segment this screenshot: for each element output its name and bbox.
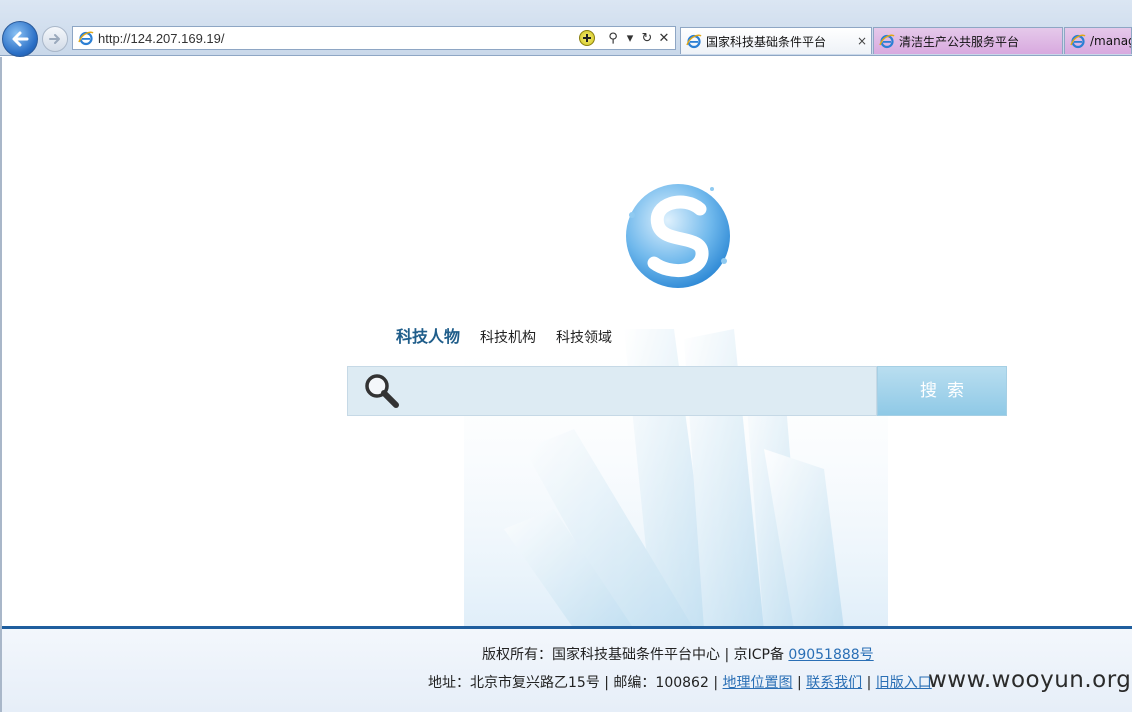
arrow-left-icon xyxy=(12,31,29,47)
site-logo-icon xyxy=(626,184,730,288)
copyright-line: 版权所有：国家科技基础条件平台中心 | 京ICP备 09051888号 xyxy=(482,644,874,664)
back-button[interactable] xyxy=(2,21,38,57)
address-bar[interactable]: http://124.207.169.19/ ⚲ ▾ ↻ ✕ xyxy=(72,26,676,50)
separator: | xyxy=(866,675,872,691)
tab-label: 国家科技基础条件平台 xyxy=(706,34,827,49)
ie-page-icon xyxy=(686,34,702,49)
stop-icon[interactable]: ✕ xyxy=(657,31,671,46)
old-version-link[interactable]: 旧版入口 xyxy=(876,675,932,691)
ie-page-icon xyxy=(879,34,895,49)
ie-page-icon xyxy=(78,31,94,46)
forward-button[interactable] xyxy=(42,26,68,52)
address-url[interactable]: http://124.207.169.19/ xyxy=(98,31,579,46)
search-input[interactable] xyxy=(402,367,876,415)
search-box xyxy=(347,366,877,416)
contact-us-link[interactable]: 联系我们 xyxy=(806,675,862,691)
close-icon[interactable]: × xyxy=(857,34,867,48)
search-button[interactable]: 搜索 xyxy=(877,366,1007,416)
footer: 版权所有：国家科技基础条件平台中心 | 京ICP备 09051888号 地址：北… xyxy=(2,626,1132,712)
tab-label: /manag xyxy=(1090,34,1131,48)
separator: | xyxy=(796,675,802,691)
tab-label: 清洁生产公共服务平台 xyxy=(899,34,1020,49)
compatibility-view-icon[interactable] xyxy=(579,30,595,46)
tab-people[interactable]: 科技人物 xyxy=(396,323,460,347)
location-map-link[interactable]: 地理位置图 xyxy=(723,675,793,691)
tab-active[interactable]: 国家科技基础条件平台 × xyxy=(680,27,872,54)
address-text: 地址：北京市复兴路乙15号 | 邮编：100862 | xyxy=(428,675,719,691)
ie-page-icon xyxy=(1070,34,1086,49)
tab-inactive[interactable]: /manag xyxy=(1064,27,1132,54)
refresh-icon[interactable]: ↻ xyxy=(640,31,654,46)
search-category-nav: 科技人物 科技机构 科技领域 xyxy=(396,323,632,347)
tab-fields[interactable]: 科技领域 xyxy=(556,327,612,347)
copyright-text: 版权所有：国家科技基础条件平台中心 | 京ICP备 xyxy=(482,647,784,663)
browser-toolbar: http://124.207.169.19/ ⚲ ▾ ↻ ✕ 国家科技基础条件平… xyxy=(0,0,1132,57)
search-icon[interactable]: ⚲ xyxy=(606,31,620,46)
icp-link[interactable]: 09051888号 xyxy=(788,647,873,663)
search-icon xyxy=(365,374,399,408)
tab-institutions[interactable]: 科技机构 xyxy=(480,327,536,347)
page-body: 科技人物 科技机构 科技领域 搜索 版权所有：国家科技基础条件平台中心 | 京I… xyxy=(0,57,1132,712)
arrow-right-icon xyxy=(49,34,60,44)
tab-inactive[interactable]: 清洁生产公共服务平台 xyxy=(873,27,1063,54)
chevron-down-icon[interactable]: ▾ xyxy=(623,31,637,46)
address-line: 地址：北京市复兴路乙15号 | 邮编：100862 | 地理位置图 | 联系我们… xyxy=(428,672,932,692)
watermark: www.wooyun.org xyxy=(928,667,1132,693)
